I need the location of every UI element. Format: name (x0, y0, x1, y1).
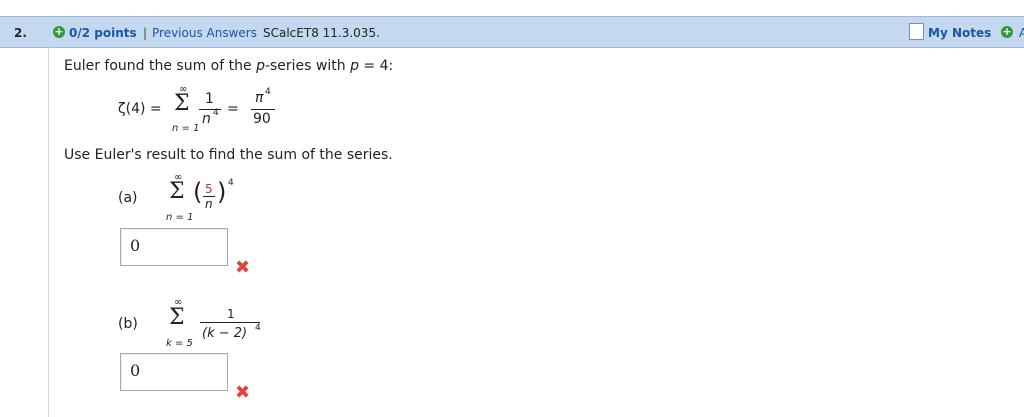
part-b-sigma: Σ (169, 305, 185, 330)
part-a-label: (a) (118, 190, 138, 206)
part-b-answer-value: 0 (130, 361, 141, 380)
intro-prefix: Euler found the sum of the (64, 58, 257, 74)
part-a-rparen: ) (217, 178, 227, 206)
expand-plus-icon[interactable]: + (53, 26, 65, 38)
instruction-text: Use Euler's result to find the sum of th… (64, 147, 393, 163)
intro-suffix: = 4: (358, 58, 394, 74)
intro-p: p (256, 58, 265, 74)
zeta-sigma: Σ (174, 91, 190, 116)
part-a-exponent: 4 (228, 178, 234, 188)
part-b-incorrect-icon: ✖ (235, 382, 251, 403)
pi-exponent: 4 (265, 87, 271, 97)
previous-answers-link[interactable]: Previous Answers (152, 26, 257, 40)
intro-mid: -series with (264, 58, 351, 74)
part-b-denominator: (k − 2) (202, 326, 248, 341)
header-cutoff-link[interactable]: A (1019, 26, 1024, 40)
part-a-sum-lower: n = 1 (166, 212, 194, 223)
part-b-fraction-bar (200, 322, 260, 323)
intro-p2: p (350, 58, 359, 74)
pi-symbol: π (255, 90, 264, 106)
pi-fraction-bar (251, 109, 275, 110)
part-a-numerator: 5 (205, 182, 213, 196)
part-a-incorrect-icon: ✖ (235, 257, 251, 278)
content-left-border (48, 46, 49, 417)
zeta-sum-lower: n = 1 (172, 123, 200, 134)
my-notes-link[interactable]: My Notes (928, 26, 991, 40)
part-b-expression: (b) ∞ Σ k = 5 1 (k − 2) 4 (118, 297, 278, 353)
header-separator: | (143, 26, 148, 40)
zeta-equals: = (227, 101, 239, 117)
zeta-lhs: ζ(4) = (118, 101, 162, 117)
zeta-numerator: 1 (205, 91, 214, 107)
part-a-sigma: Σ (169, 179, 185, 204)
question-header-bar: 2. + 0/2 points | Previous Answers SCalc… (0, 16, 1024, 48)
part-b-answer-input[interactable]: 0 (120, 353, 228, 391)
question-number: 2. (14, 26, 27, 40)
part-a-answer-input[interactable]: 0 (120, 228, 228, 266)
part-a-answer-value: 0 (130, 236, 141, 255)
zeta-exponent: 4 (213, 108, 219, 118)
part-b-exponent: 4 (255, 323, 261, 333)
notes-page-icon[interactable] (909, 23, 924, 40)
ninety: 90 (253, 111, 271, 127)
points-link[interactable]: 0/2 points (69, 26, 137, 40)
part-a-denominator: n (205, 197, 213, 211)
part-b-label: (b) (118, 316, 138, 332)
part-a-expression: (a) ∞ Σ n = 1 ( 5 n ) 4 (118, 172, 278, 228)
zeta-denominator: n (202, 111, 211, 127)
intro-text: Euler found the sum of the p-series with… (64, 58, 393, 74)
zeta-formula: ζ(4) = ∞ Σ n = 1 1 n 4 = π 4 90 (118, 84, 318, 140)
part-a-lparen: ( (193, 178, 203, 206)
part-b-sum-lower: k = 5 (166, 338, 193, 349)
part-b-numerator: 1 (227, 307, 235, 321)
notes-plus-icon[interactable]: + (1001, 26, 1013, 38)
problem-source: SCalcET8 11.3.035. (263, 26, 380, 40)
